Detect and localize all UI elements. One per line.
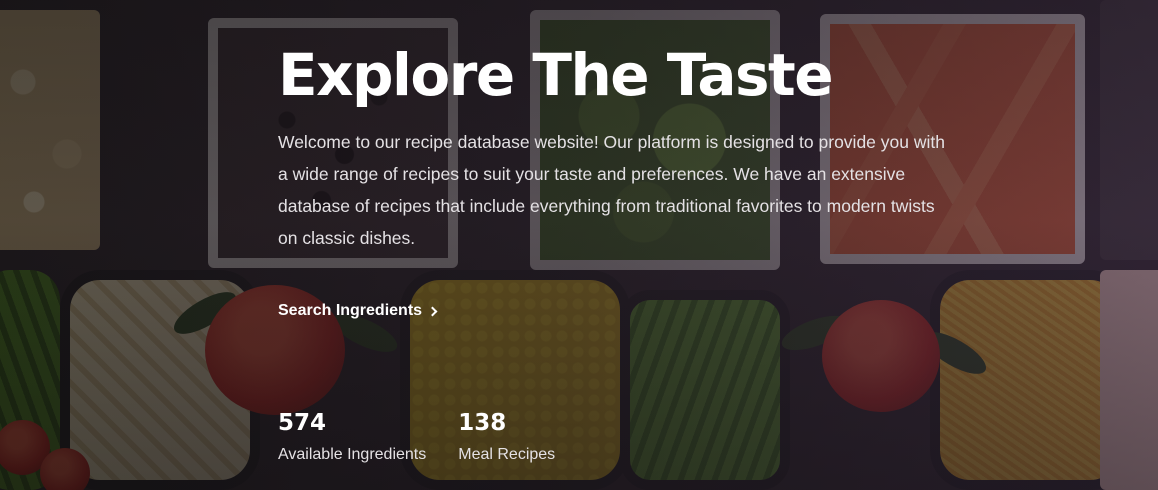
chevron-right-icon [427, 306, 438, 316]
stats-row: 574 Available Ingredients 138 Meal Recip… [278, 408, 555, 464]
search-ingredients-label: Search Ingredients [278, 302, 423, 319]
hero-content: Explore The Taste Welcome to our recipe … [278, 40, 958, 320]
stat-meal-recipes: 138 Meal Recipes [458, 408, 555, 464]
stat-label: Meal Recipes [458, 446, 556, 463]
stat-value: 138 [458, 410, 507, 436]
stat-value: 574 [278, 410, 327, 436]
search-ingredients-link[interactable]: Search Ingredients [278, 302, 438, 320]
stat-available-ingredients: 574 Available Ingredients [278, 408, 426, 464]
hero-section: Explore The Taste Welcome to our recipe … [0, 0, 1158, 490]
hero-description: Welcome to our recipe database website! … [278, 132, 945, 248]
page-title: Explore The Taste [278, 41, 834, 109]
stat-label: Available Ingredients [278, 446, 427, 463]
